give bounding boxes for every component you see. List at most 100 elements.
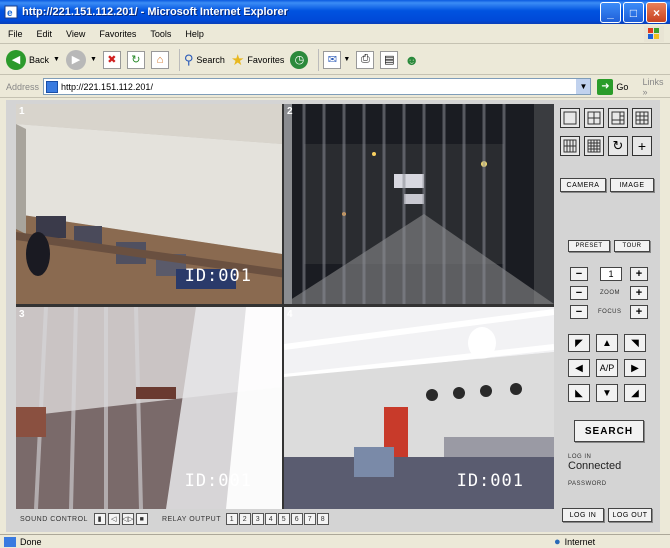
layout-single-icon[interactable] bbox=[560, 108, 580, 128]
zoom-plus-button[interactable]: + bbox=[630, 286, 648, 300]
ptz-up-left-icon[interactable]: ◤ bbox=[568, 334, 590, 352]
preset-button[interactable]: PRESET bbox=[568, 240, 610, 252]
add-plus-icon[interactable]: + bbox=[632, 136, 652, 156]
go-arrow-icon: ➜ bbox=[597, 78, 614, 95]
search-icon: ⚲ bbox=[183, 51, 194, 67]
back-arrow-icon: ◀ bbox=[6, 49, 26, 70]
star-icon: ★ bbox=[230, 51, 245, 69]
camera-3-number: 3 bbox=[19, 309, 25, 320]
search-recording-button[interactable]: SEARCH bbox=[574, 420, 644, 442]
camera-1[interactable]: 1 ID:001 bbox=[16, 104, 282, 304]
back-button[interactable]: ◀ Back ▼ bbox=[6, 49, 60, 70]
ptz-up-right-icon[interactable]: ◥ bbox=[624, 334, 646, 352]
back-dropdown-icon[interactable]: ▼ bbox=[53, 56, 60, 63]
camera-button[interactable]: CAMERA bbox=[560, 178, 606, 192]
relay-7-button[interactable]: 7 bbox=[303, 513, 316, 525]
focus-minus-button[interactable]: − bbox=[570, 305, 588, 319]
sequence-rotate-icon[interactable]: ↻ bbox=[608, 136, 628, 156]
minimize-button[interactable]: _ bbox=[600, 2, 621, 23]
password-label: PASSWORD bbox=[568, 481, 607, 487]
chevron-icon: » bbox=[642, 86, 648, 97]
mail-dropdown-icon: ▼ bbox=[343, 56, 351, 63]
camera-2[interactable]: 2 bbox=[284, 104, 554, 304]
camera-3-id: ID:001 bbox=[184, 471, 252, 491]
toolbar: ◀ Back ▼ ▶ ▼ ✖ ↻ ⌂ ⚲ Search ★ Favorites … bbox=[0, 45, 670, 75]
preset-plus-button[interactable]: + bbox=[630, 267, 648, 281]
layout-thirteen-icon[interactable] bbox=[560, 136, 580, 156]
layout-nine-icon[interactable] bbox=[632, 108, 652, 128]
layout-quad-icon[interactable] bbox=[584, 108, 604, 128]
dvr-viewer: 1 ID:001 2 3 ID:001 4 ID:001 SOUND CONTR… bbox=[6, 100, 660, 532]
relay-3-button[interactable]: 3 bbox=[251, 513, 264, 525]
mail-button[interactable]: ✉ ▼ bbox=[323, 50, 351, 69]
relay-5-button[interactable]: 5 bbox=[277, 513, 290, 525]
ptz-up-icon[interactable]: ▲ bbox=[596, 334, 618, 352]
camera-4[interactable]: 4 ID:001 bbox=[284, 307, 554, 509]
maximize-button[interactable]: □ bbox=[623, 2, 644, 23]
login-button[interactable]: LOG IN bbox=[562, 508, 604, 522]
speaker-icon[interactable]: ◁ bbox=[107, 513, 120, 525]
camera-1-number: 1 bbox=[19, 106, 25, 117]
relay-4-button[interactable]: 4 bbox=[264, 513, 277, 525]
camera-3[interactable]: 3 ID:001 bbox=[16, 307, 282, 509]
relay-6-button[interactable]: 6 bbox=[290, 513, 303, 525]
refresh-button[interactable]: ↻ bbox=[126, 50, 145, 69]
print-icon: ⎙ bbox=[356, 50, 375, 69]
windows-logo-icon bbox=[644, 26, 664, 42]
status-bar: Done ● Internet bbox=[0, 534, 670, 548]
mail-icon: ✉ bbox=[323, 50, 342, 69]
refresh-icon: ↻ bbox=[126, 50, 145, 69]
favorites-button[interactable]: ★ Favorites bbox=[231, 51, 284, 69]
camera-grid: 1 ID:001 2 3 ID:001 4 ID:001 bbox=[16, 104, 554, 509]
security-zone: ● Internet bbox=[554, 536, 595, 548]
address-input[interactable]: http://221.151.112.201/ ▼ bbox=[43, 78, 592, 95]
ie-icon: e bbox=[4, 5, 18, 19]
menu-view[interactable]: View bbox=[66, 29, 85, 39]
stop-icon: ✖ bbox=[102, 50, 121, 69]
ptz-left-icon[interactable]: ◀ bbox=[568, 359, 590, 377]
menu-help[interactable]: Help bbox=[185, 29, 204, 39]
speaker-both-icon[interactable]: ◁▷ bbox=[121, 513, 134, 525]
relay-2-button[interactable]: 2 bbox=[238, 513, 251, 525]
links-button[interactable]: Links » bbox=[642, 77, 670, 97]
sound-control-label: SOUND CONTROL bbox=[20, 515, 88, 523]
address-dropdown-icon[interactable]: ▼ bbox=[576, 79, 591, 94]
layout-sixteen-icon[interactable] bbox=[584, 136, 604, 156]
ptz-down-right-icon[interactable]: ◢ bbox=[624, 384, 646, 402]
logout-button[interactable]: LOG OUT bbox=[608, 508, 652, 522]
ptz-down-icon[interactable]: ▼ bbox=[596, 384, 618, 402]
menu-file[interactable]: File bbox=[8, 29, 23, 39]
search-button[interactable]: ⚲ Search bbox=[184, 52, 225, 68]
page-done-icon bbox=[4, 536, 16, 547]
relay-1-button[interactable]: 1 bbox=[225, 513, 238, 525]
ptz-down-left-icon[interactable]: ◣ bbox=[568, 384, 590, 402]
zoom-label: ZOOM bbox=[600, 290, 620, 296]
edit-button[interactable]: ▤ bbox=[380, 50, 399, 69]
print-button[interactable]: ⎙ bbox=[356, 50, 375, 69]
relay-8-button[interactable]: 8 bbox=[316, 513, 329, 525]
preset-minus-button[interactable]: − bbox=[570, 267, 588, 281]
image-button[interactable]: IMAGE bbox=[610, 178, 654, 192]
home-button[interactable]: ⌂ bbox=[150, 50, 169, 69]
window-title: http://221.151.112.201/ - Microsoft Inte… bbox=[22, 6, 288, 18]
layout-six-icon[interactable] bbox=[608, 108, 628, 128]
history-button[interactable]: ◷ bbox=[290, 50, 309, 69]
messenger-button[interactable]: ☻ bbox=[404, 52, 419, 68]
ptz-auto-pan-button[interactable]: A/P bbox=[596, 359, 618, 377]
menu-tools[interactable]: Tools bbox=[150, 29, 171, 39]
menu-favorites[interactable]: Favorites bbox=[99, 29, 136, 39]
tour-button[interactable]: TOUR bbox=[614, 240, 650, 252]
zoom-minus-button[interactable]: − bbox=[570, 286, 588, 300]
sound-stop-icon[interactable]: ■ bbox=[135, 513, 148, 525]
mic-icon[interactable]: ▮ bbox=[93, 513, 106, 525]
menu-edit[interactable]: Edit bbox=[37, 29, 53, 39]
focus-plus-button[interactable]: + bbox=[630, 305, 648, 319]
stop-button[interactable]: ✖ bbox=[102, 50, 121, 69]
camera-1-id: ID:001 bbox=[184, 266, 252, 286]
go-button[interactable]: ➜ Go bbox=[597, 78, 628, 95]
forward-button[interactable]: ▶ ▼ bbox=[65, 49, 97, 70]
camera-4-id: ID:001 bbox=[456, 471, 524, 491]
preset-number-input[interactable]: 1 bbox=[600, 267, 622, 281]
close-button[interactable]: × bbox=[646, 2, 667, 23]
ptz-right-icon[interactable]: ▶ bbox=[624, 359, 646, 377]
